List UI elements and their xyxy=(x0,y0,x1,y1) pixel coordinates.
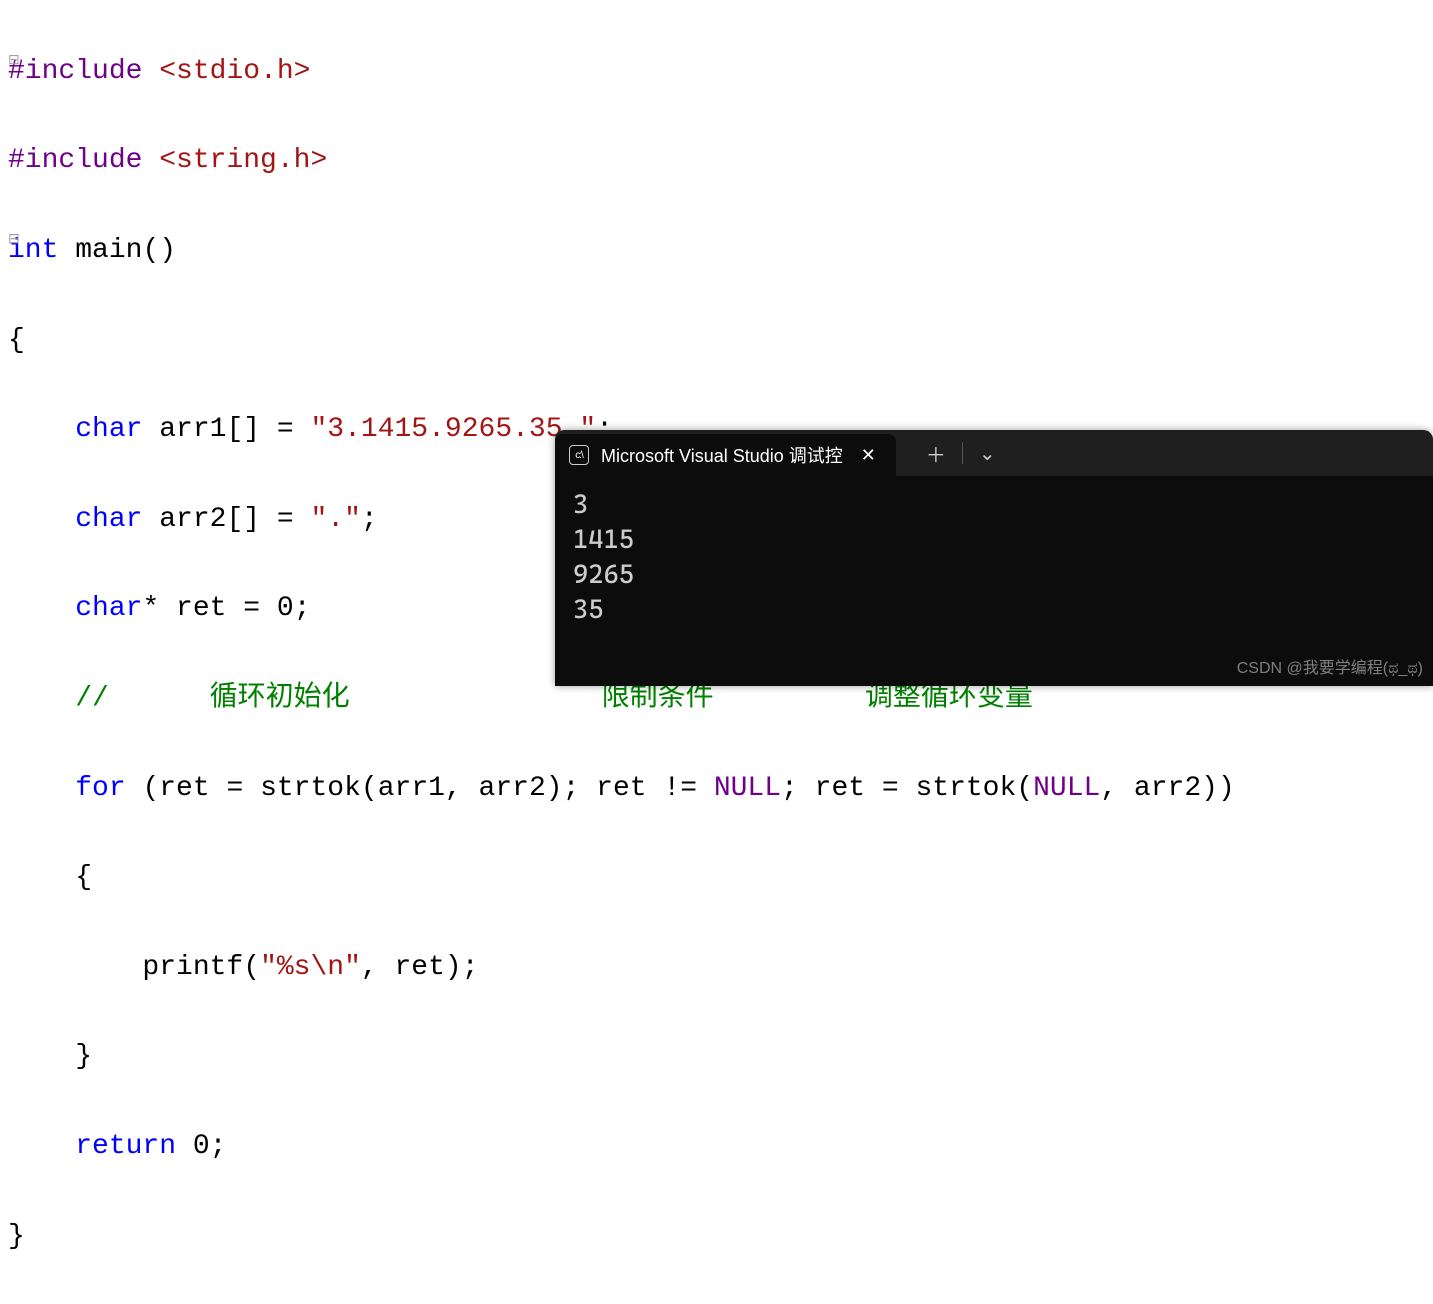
console-output[interactable]: 3 1415 9265 35 xyxy=(555,476,1433,640)
close-tab-button[interactable]: ✕ xyxy=(855,443,882,468)
code-line: } xyxy=(8,1035,1433,1080)
console-titlebar[interactable]: c:\ Microsoft Visual Studio 调试控 ✕ ＋ ⌄ xyxy=(555,430,1433,476)
code-line: { xyxy=(8,856,1433,901)
code-line: { xyxy=(8,319,1433,364)
divider xyxy=(962,442,963,464)
console-tab-title: Microsoft Visual Studio 调试控 xyxy=(601,442,843,468)
tab-dropdown-button[interactable]: ⌄ xyxy=(967,435,1008,472)
code-line: printf("%s\n", ret); xyxy=(8,946,1433,991)
debug-console-window[interactable]: c:\ Microsoft Visual Studio 调试控 ✕ ＋ ⌄ 3 … xyxy=(555,430,1433,686)
new-tab-button[interactable]: ＋ xyxy=(914,433,958,474)
code-line: return 0; xyxy=(8,1125,1433,1170)
code-line: #include <string.h> xyxy=(8,139,1433,184)
code-line: ⊟#include <stdio.h> xyxy=(8,50,1433,95)
code-line: ⊟int main() xyxy=(8,229,1433,274)
tab-actions: ＋ ⌄ xyxy=(914,430,1008,476)
code-line: for (ret = strtok(arr1, arr2); ret != NU… xyxy=(8,767,1433,812)
terminal-icon: c:\ xyxy=(569,445,589,465)
console-tab[interactable]: c:\ Microsoft Visual Studio 调试控 ✕ xyxy=(555,434,896,476)
code-line: } xyxy=(8,1215,1433,1260)
